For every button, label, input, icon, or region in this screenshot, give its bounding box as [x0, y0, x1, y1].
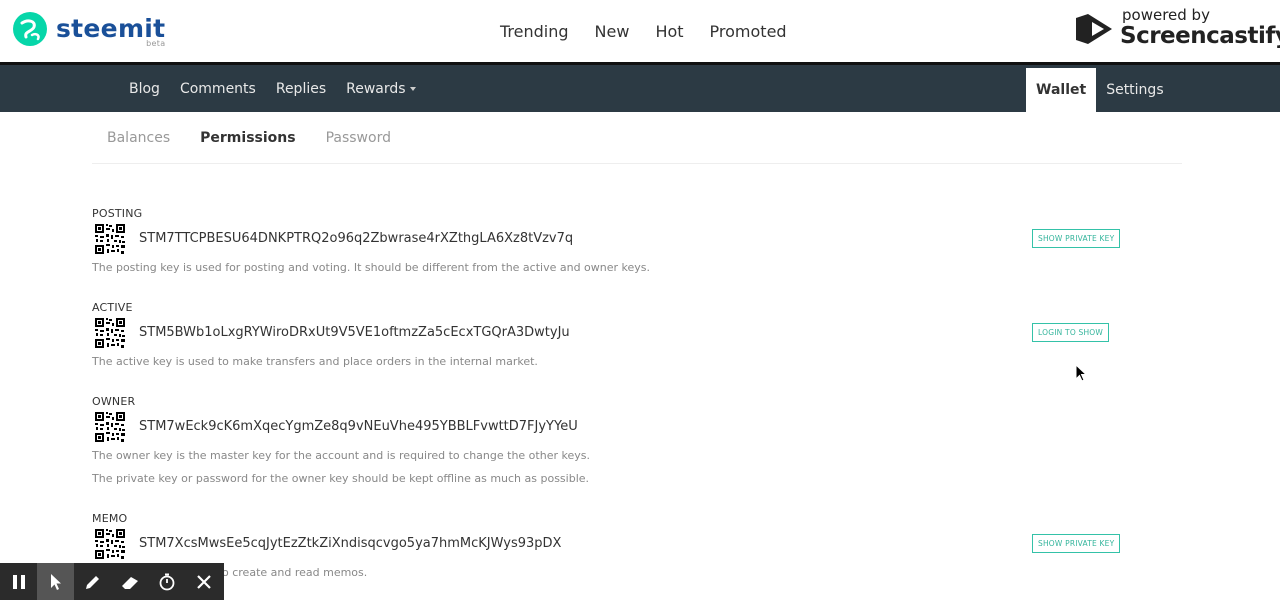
key-section-memo: MEMO STM7XcsMwsEe5cqJytEzZtkZiXndisqcvgo… — [92, 512, 1122, 579]
key-section-active: ACTIVE STM5BWb1oLxgRYWiroDRxUt9V5VE1oftm… — [92, 301, 1122, 368]
public-key: STM7XcsMwsEe5cqJytEzZtkZiXndisqcvgo5ya7h… — [139, 536, 562, 551]
steemit-logo[interactable]: steemit beta — [12, 11, 166, 48]
public-key: STM7wEck9cK6mXqecYgmZe8q9vNEuVhe495YBBLF… — [139, 419, 578, 434]
key-label: ACTIVE — [92, 301, 133, 314]
tab-password[interactable]: Password — [316, 130, 401, 146]
nav-promoted[interactable]: Promoted — [697, 22, 800, 41]
key-description: The private key or password for the owne… — [92, 472, 590, 485]
recorder-toolbar — [0, 563, 224, 600]
main-nav: Trending New Hot Promoted — [487, 0, 800, 62]
close-icon — [196, 574, 211, 589]
key-row: STM5BWb1oLxgRYWiroDRxUt9V5VE1oftmzZa5cEc… — [92, 317, 1122, 351]
nav-rewards[interactable]: Rewards — [336, 81, 425, 97]
close-recorder-button[interactable] — [185, 563, 222, 600]
pause-button[interactable] — [0, 563, 37, 600]
key-description: The posting key is used for posting and … — [92, 261, 651, 274]
timer-icon — [159, 573, 174, 590]
eraser-icon — [121, 576, 138, 589]
user-nav-left: Blog Comments Replies Rewards — [119, 65, 426, 112]
show-private-key-button[interactable]: SHOW PRIVATE KEY — [1032, 534, 1121, 553]
nav-wallet[interactable]: Wallet — [1026, 68, 1097, 112]
key-label: POSTING — [92, 207, 143, 220]
key-description: o create and read memos. — [222, 566, 368, 579]
public-key: STM7TTCPBESU64DNKPTRQ2o96q2Zbwrase4rXZth… — [139, 231, 574, 246]
public-key: STM5BWb1oLxgRYWiroDRxUt9V5VE1oftmzZa5cEc… — [139, 325, 570, 340]
qr-code-icon[interactable] — [94, 411, 126, 443]
pointer-tool-button[interactable] — [37, 563, 74, 600]
pen-tool-button[interactable] — [74, 563, 111, 600]
screencastify-text: Screencastify — [1120, 23, 1280, 49]
wallet-tabs: Balances Permissions Password — [97, 130, 411, 146]
nav-settings[interactable]: Settings — [1096, 68, 1173, 112]
top-header: steemit beta Trending New Hot Promoted p… — [0, 0, 1280, 62]
qr-code-icon[interactable] — [94, 528, 126, 560]
key-description: The active key is used to make transfers… — [92, 355, 538, 368]
screencastify-icon — [1076, 14, 1112, 44]
tab-permissions[interactable]: Permissions — [190, 130, 305, 146]
key-row: STM7TTCPBESU64DNKPTRQ2o96q2Zbwrase4rXZth… — [92, 223, 1122, 257]
user-nav-right: Wallet Settings — [1026, 68, 1174, 112]
nav-hot[interactable]: Hot — [642, 22, 696, 41]
show-private-key-button[interactable]: SHOW PRIVATE KEY — [1032, 229, 1121, 248]
powered-by-text: powered by — [1122, 6, 1210, 24]
pause-icon — [12, 574, 25, 589]
nav-rewards-label: Rewards — [346, 80, 406, 97]
steemit-logo-icon — [13, 12, 47, 46]
mouse-cursor-icon — [1075, 364, 1087, 382]
login-to-show-button[interactable]: LOGIN TO SHOW — [1032, 323, 1110, 342]
tab-balances[interactable]: Balances — [97, 130, 180, 146]
key-section-owner: OWNER STM7wEck9cK6mXqecYgmZe8q9vNEuVhe49… — [92, 395, 1122, 485]
key-row: STM7wEck9cK6mXqecYgmZe8q9vNEuVhe495YBBLF… — [92, 411, 1122, 445]
timer-button[interactable] — [148, 563, 185, 600]
nav-replies[interactable]: Replies — [266, 81, 336, 97]
pointer-icon — [50, 573, 61, 590]
nav-new[interactable]: New — [582, 22, 643, 41]
pen-icon — [85, 575, 99, 589]
key-label: MEMO — [92, 512, 128, 525]
qr-code-icon[interactable] — [94, 223, 126, 255]
user-nav: Blog Comments Replies Rewards Wallet Set… — [0, 62, 1280, 112]
screencastify-watermark: powered by Screencastify — [1070, 6, 1280, 54]
beta-badge: beta — [146, 39, 166, 48]
tabs-divider — [92, 163, 1182, 164]
nav-comments[interactable]: Comments — [170, 81, 266, 97]
key-description: The owner key is the master key for the … — [92, 449, 590, 462]
qr-code-icon[interactable] — [94, 317, 126, 349]
key-section-posting: POSTING STM7TTCPBESU64DNKPTRQ2o96q2Zbwra… — [92, 207, 1122, 274]
logo-text: steemit beta — [56, 14, 166, 48]
nav-trending[interactable]: Trending — [487, 22, 582, 41]
key-row: STM7XcsMwsEe5cqJytEzZtkZiXndisqcvgo5ya7h… — [92, 528, 1122, 562]
caret-down-icon — [409, 86, 416, 91]
nav-blog[interactable]: Blog — [119, 81, 170, 97]
eraser-tool-button[interactable] — [111, 563, 148, 600]
key-label: OWNER — [92, 395, 136, 408]
